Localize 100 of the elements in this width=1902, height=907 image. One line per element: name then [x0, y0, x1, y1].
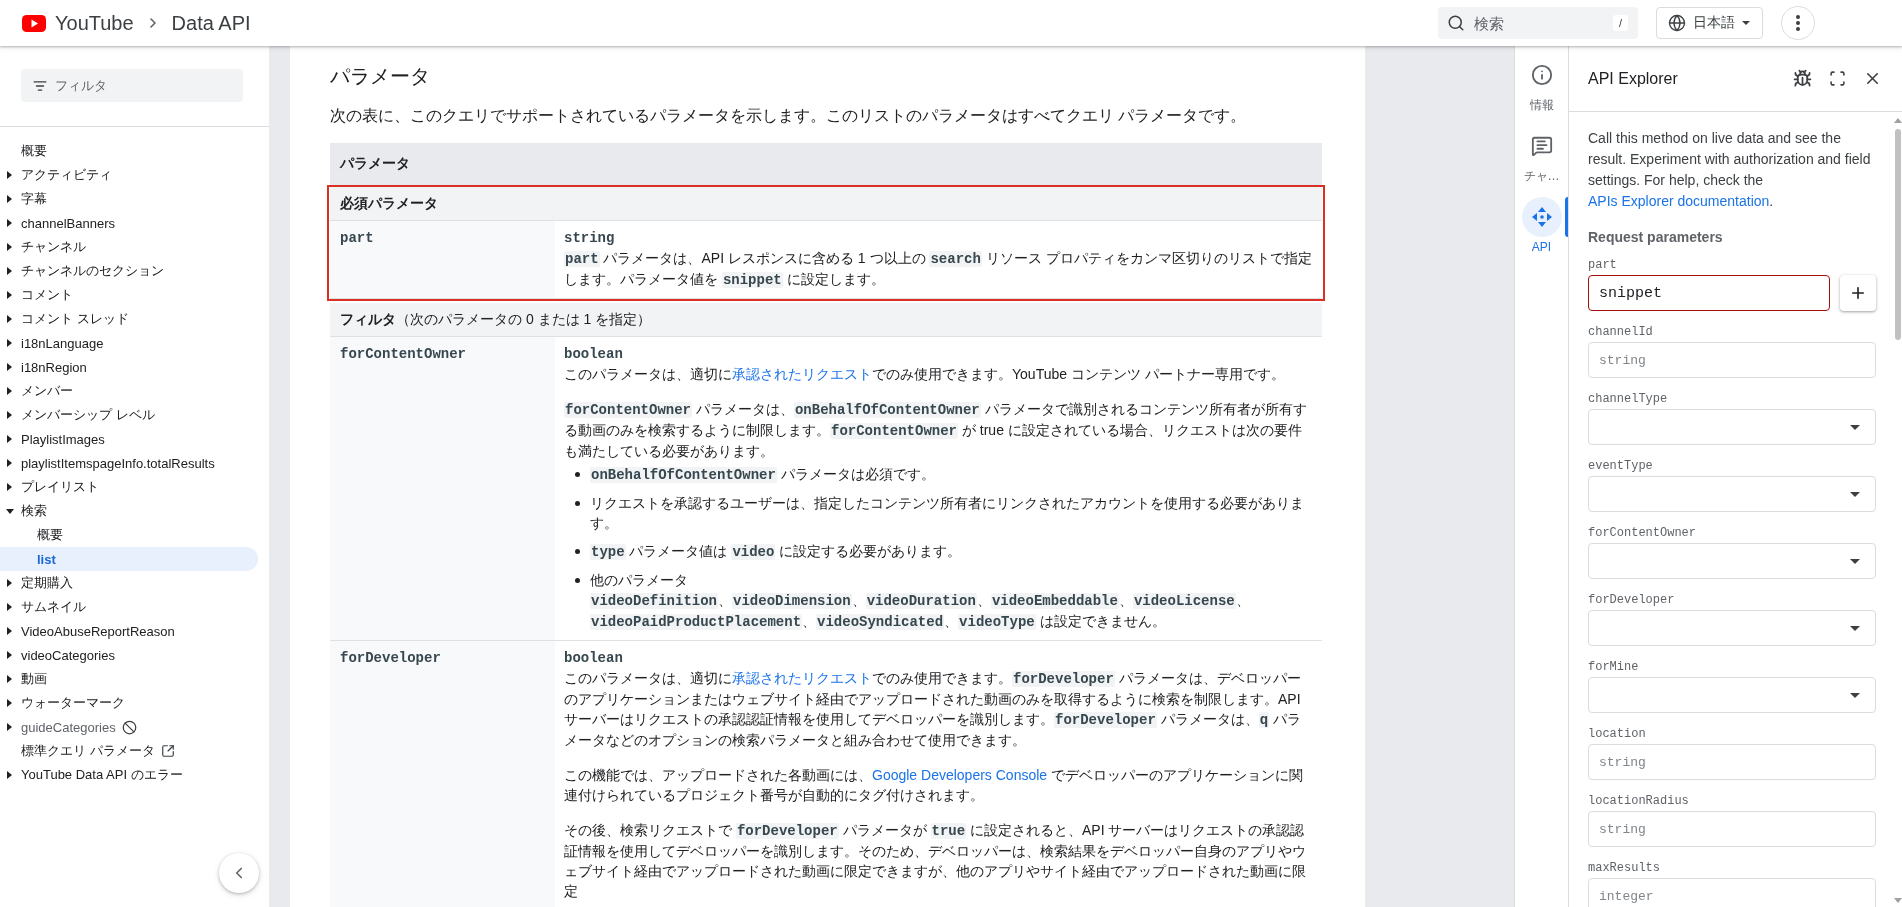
nav-item[interactable]: ウォーターマーク	[0, 691, 258, 715]
scroll-up-icon[interactable]	[1894, 118, 1902, 123]
caret-right-icon[interactable]	[7, 267, 12, 275]
nav-item[interactable]: 動画	[0, 667, 258, 691]
nav-item[interactable]: guideCategories	[0, 715, 258, 739]
nav-item[interactable]: 定期購入	[0, 571, 258, 595]
caret-right-icon[interactable]	[7, 603, 12, 611]
caret-right-icon[interactable]	[7, 675, 12, 683]
type-label: string	[564, 229, 616, 248]
caret-right-icon[interactable]	[7, 435, 12, 443]
section-heading: 必須パラメータ	[330, 187, 1322, 221]
logo-icon[interactable]	[22, 14, 46, 32]
caret-right-icon[interactable]	[7, 339, 12, 347]
subheading: Request parameters	[1588, 228, 1724, 247]
parameter-name-cell: part	[330, 221, 555, 298]
caret-right-icon[interactable]	[7, 411, 12, 419]
list-item-text: onBehalfOfContentOwner パラメータは必須です。	[590, 465, 936, 485]
nav-item[interactable]: メンバー	[0, 379, 258, 403]
caret-down-icon	[1850, 491, 1860, 497]
input-field[interactable]: snippet	[1588, 275, 1830, 311]
caret-right-icon[interactable]	[7, 195, 12, 203]
nav-item[interactable]: PlaylistImages	[0, 427, 258, 451]
side-tab[interactable]: API	[1515, 193, 1568, 264]
caret-right-icon[interactable]	[7, 651, 12, 659]
nav-item[interactable]: 概要	[0, 139, 258, 163]
select-field[interactable]	[1588, 476, 1876, 512]
nav-item[interactable]: チャンネル	[0, 235, 258, 259]
nav-item[interactable]: チャンネルのセクション	[0, 259, 258, 283]
more-options-button[interactable]	[1781, 6, 1815, 40]
caret-right-icon[interactable]	[7, 579, 12, 587]
caret-right-icon[interactable]	[7, 315, 12, 323]
bug-icon[interactable]	[1793, 69, 1812, 88]
nav-item[interactable]: 検索	[0, 499, 258, 523]
text-link[interactable]: 承認されたリクエスト	[732, 366, 872, 382]
nav-item[interactable]: コメント	[0, 283, 258, 307]
side-tab[interactable]: チャ…	[1515, 122, 1568, 193]
search-icon	[1447, 14, 1465, 32]
caret-right-icon[interactable]	[7, 723, 12, 731]
caret-right-icon[interactable]	[7, 243, 12, 251]
caret-down-icon	[1850, 625, 1860, 631]
nav-item[interactable]: videoCategories	[0, 643, 258, 667]
select-field[interactable]	[1588, 610, 1876, 646]
nav-item[interactable]: list	[0, 547, 258, 571]
input-field[interactable]: string	[1588, 744, 1876, 780]
breadcrumb-link[interactable]: Data API	[171, 11, 251, 35]
nav-item[interactable]: メンバーシップ レベル	[0, 403, 258, 427]
nav-item[interactable]: 概要	[0, 523, 258, 547]
text-link[interactable]: 承認されたリクエスト	[732, 670, 872, 686]
caret-right-icon[interactable]	[7, 771, 12, 779]
table-header: パラメータ	[330, 143, 1322, 185]
select-field[interactable]	[1588, 543, 1876, 579]
nav-item[interactable]: サムネイル	[0, 595, 258, 619]
nav-item[interactable]: channelBanners	[0, 211, 258, 235]
caret-down-icon[interactable]	[6, 508, 14, 514]
field-label: forDeveloper	[1588, 592, 1676, 608]
caret-right-icon[interactable]	[7, 291, 12, 299]
scrollbar-thumb[interactable]	[1895, 129, 1901, 340]
nav-item[interactable]: VideoAbuseReportReason	[0, 619, 258, 643]
caret-right-icon[interactable]	[7, 627, 12, 635]
select-field[interactable]	[1588, 409, 1876, 445]
nav-item[interactable]: プレイリスト	[0, 475, 258, 499]
language-button[interactable]: 日本語	[1656, 7, 1763, 39]
field-label: channelType	[1588, 391, 1669, 407]
scroll-down-icon[interactable]	[1894, 898, 1902, 903]
section-heading: フィルタ（次のパラメータの 0 または 1 を指定）	[330, 303, 1322, 337]
external-link-icon	[160, 744, 175, 758]
add-button[interactable]	[1840, 275, 1876, 311]
input-field[interactable]: string	[1588, 811, 1876, 847]
caret-right-icon[interactable]	[7, 171, 12, 179]
side-tab[interactable]: 情報	[1515, 51, 1568, 122]
nav-item[interactable]: 字幕	[0, 187, 258, 211]
description-text: このパラメータは、適切に承認されたリクエスト でのみ使用できます。YouTube コンテンツ パートナー専用です。	[564, 365, 1286, 384]
select-field[interactable]	[1588, 677, 1876, 713]
input-field[interactable]: string	[1588, 342, 1876, 378]
caret-right-icon[interactable]	[7, 483, 12, 491]
panel-description: Call this method on live data and see the result. Experiment with authorization and field settings. For help, check the APIs Explorer documentation.	[1588, 129, 1872, 211]
nav-item[interactable]: i18nLanguage	[0, 331, 258, 355]
more-options-icon	[1796, 15, 1800, 31]
nav-item[interactable]: i18nRegion	[0, 355, 258, 379]
list-item-text: リクエストを承認するユーザーは、指定したコンテンツ所有者にリンクされたアカウントを使用する必要があります。	[590, 494, 1305, 533]
description-text: この機能では、アップロードされた各動画には、Google Developers Console でデベロッパーのアプリケーションに関連付けられているプロジェクト番号が自動的にタグ付けされます。	[564, 766, 1304, 805]
description-text: その後、検索リクエストで forDeveloper パラメータが true に設定されると、API サーバーはリクエストの承認認証情報を使用してデベロッパーを識別します。そのため、デベロッパーは、検索結果をデベロッパー自身のアプリやウェブサイト経由でアップロードされた動画に限定できますが、他のアプリやサイト経由でアップロードされた動画に限定	[564, 821, 1307, 901]
caret-right-icon[interactable]	[7, 387, 12, 395]
filter-field[interactable]: フィルタ	[21, 69, 243, 102]
nav-item[interactable]: YouTube Data API のエラー	[0, 763, 258, 787]
caret-down-icon	[1850, 424, 1860, 430]
nav-item[interactable]: アクティビティ	[0, 163, 258, 187]
nav-item[interactable]: コメント スレッド	[0, 307, 258, 331]
caret-right-icon[interactable]	[7, 459, 12, 467]
text-link[interactable]: Google Developers Console	[872, 767, 1048, 783]
nav-item[interactable]: 標準クエリ パラメータ	[0, 739, 258, 763]
caret-right-icon[interactable]	[7, 363, 12, 371]
caret-down-icon	[1850, 558, 1860, 564]
bullet-icon	[575, 549, 580, 554]
caret-right-icon[interactable]	[7, 219, 12, 227]
input-field[interactable]: integer	[1588, 878, 1876, 907]
breadcrumb-link[interactable]: YouTube	[55, 11, 134, 35]
caret-right-icon[interactable]	[7, 699, 12, 707]
nav-item[interactable]: playlistItemspageInfo.totalResults	[0, 451, 258, 475]
fullscreen-icon[interactable]	[1829, 70, 1846, 87]
